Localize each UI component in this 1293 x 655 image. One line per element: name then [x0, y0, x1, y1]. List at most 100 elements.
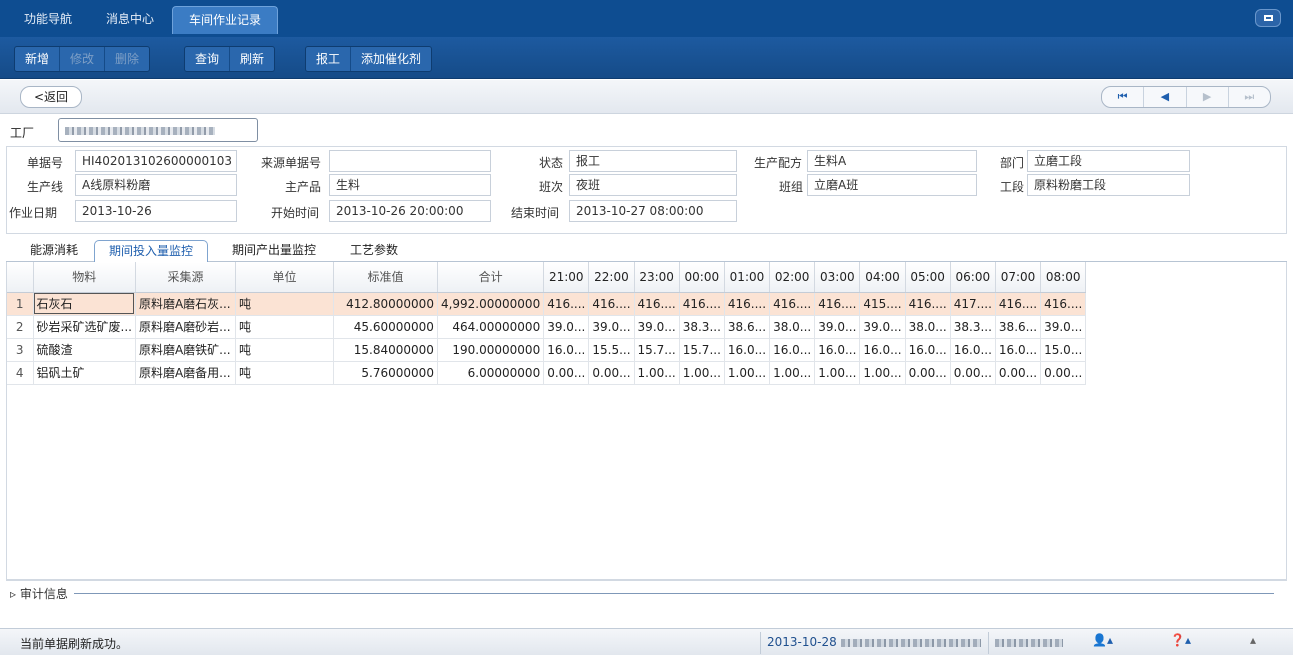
table-cell[interactable]: 0.00... — [543, 361, 590, 385]
column-header[interactable]: 06:00 — [950, 262, 996, 293]
column-header[interactable]: 05:00 — [905, 262, 951, 293]
table-cell[interactable]: 1.00... — [769, 361, 816, 385]
table-cell[interactable]: 铝矾土矿 — [33, 361, 136, 385]
column-header[interactable]: 23:00 — [634, 262, 680, 293]
table-row[interactable]: 1 石灰石 原料磨A磨石灰... 吨 412.80000000 4,992.0000000… — [7, 292, 1087, 316]
table-cell[interactable]: 416.... — [1040, 292, 1087, 316]
table-cell[interactable]: 38.6... — [724, 315, 771, 339]
line-field[interactable]: A线原料粉磨 — [75, 174, 237, 196]
table-cell[interactable]: 39.0... — [543, 315, 590, 339]
table-row[interactable]: 3 硫酸渣 原料磨A磨铁矿... 吨 15.84000000 190.00000000 16… — [7, 338, 1087, 362]
table-cell[interactable]: 原料磨A磨砂岩... — [135, 315, 236, 339]
table-cell[interactable]: 416.... — [995, 292, 1042, 316]
table-cell[interactable]: 15.7... — [679, 338, 725, 362]
restore-window-button[interactable] — [1255, 9, 1281, 27]
table-cell[interactable]: 38.0... — [905, 315, 951, 339]
table-cell[interactable]: 0.00... — [950, 361, 996, 385]
table-cell[interactable]: 38.3... — [679, 315, 725, 339]
table-cell[interactable]: 38.0... — [769, 315, 816, 339]
table-cell[interactable]: 416.... — [905, 292, 951, 316]
table-cell[interactable]: 0.00... — [995, 361, 1042, 385]
table-cell[interactable]: 吨 — [235, 361, 334, 385]
help-menu-icon[interactable]: ❓▴ — [1170, 633, 1191, 647]
table-cell[interactable]: 吨 — [235, 338, 334, 362]
table-cell[interactable]: 39.0... — [859, 315, 906, 339]
table-cell[interactable]: 0.00... — [588, 361, 635, 385]
table-cell[interactable]: 45.60000000 — [333, 315, 438, 339]
table-cell[interactable]: 6.00000000 — [437, 361, 545, 385]
audit-toggle[interactable]: ▹ 审计信息 — [10, 585, 68, 602]
table-cell[interactable]: 原料磨A磨备用... — [135, 361, 236, 385]
recipe-field[interactable]: 生料A — [807, 150, 977, 172]
section-field[interactable]: 原料粉磨工段 — [1027, 174, 1190, 196]
end-time-field[interactable]: 2013-10-27 08:00:00 — [569, 200, 737, 222]
report-work-button[interactable]: 报工 — [306, 47, 352, 71]
prev-record-icon[interactable]: ◀ — [1144, 87, 1187, 107]
column-header[interactable]: 04:00 — [859, 262, 906, 293]
shift-field[interactable]: 夜班 — [569, 174, 737, 196]
table-cell[interactable]: 15.5... — [588, 338, 635, 362]
add-catalyst-button[interactable]: 添加催化剂 — [351, 47, 431, 71]
tab-input-monitor[interactable]: 期间投入量监控 — [94, 240, 209, 263]
column-header[interactable]: 03:00 — [814, 262, 861, 293]
table-cell[interactable]: 16.0... — [859, 338, 906, 362]
delete-button[interactable]: 删除 — [105, 47, 149, 71]
table-cell[interactable]: 16.0... — [995, 338, 1042, 362]
collapse-icon[interactable]: ▴ — [1250, 633, 1256, 647]
column-header[interactable]: 00:00 — [679, 262, 725, 293]
table-cell[interactable]: 416.... — [769, 292, 816, 316]
table-cell[interactable]: 0.00... — [1040, 361, 1087, 385]
table-cell[interactable]: 15.84000000 — [333, 338, 438, 362]
table-cell[interactable]: 吨 — [235, 292, 334, 316]
column-header[interactable]: 采集源 — [135, 262, 236, 293]
table-cell[interactable]: 416.... — [679, 292, 725, 316]
table-cell[interactable]: 39.0... — [814, 315, 861, 339]
date-field[interactable]: 2013-10-26 — [75, 200, 237, 222]
table-cell[interactable]: 1.00... — [814, 361, 861, 385]
tab-function-nav[interactable]: 功能导航 — [10, 6, 86, 34]
last-record-icon[interactable]: ⏭ — [1229, 87, 1270, 107]
table-cell[interactable]: 416.... — [634, 292, 680, 316]
table-cell[interactable]: 416.... — [588, 292, 635, 316]
table-cell[interactable]: 5.76000000 — [333, 361, 438, 385]
table-cell[interactable]: 415.... — [859, 292, 906, 316]
table-cell[interactable]: 4,992.00000000 — [437, 292, 545, 316]
table-cell[interactable]: 16.0... — [724, 338, 771, 362]
table-cell[interactable]: 417.... — [950, 292, 996, 316]
table-cell[interactable]: 15.7... — [634, 338, 680, 362]
table-cell[interactable]: 190.00000000 — [437, 338, 545, 362]
product-field[interactable]: 生料 — [329, 174, 491, 196]
table-cell[interactable]: 416.... — [543, 292, 590, 316]
team-field[interactable]: 立磨A班 — [807, 174, 977, 196]
table-cell[interactable]: 1.00... — [724, 361, 771, 385]
table-cell[interactable]: 砂岩采矿选矿废... — [33, 315, 136, 339]
column-header[interactable]: 02:00 — [769, 262, 816, 293]
dept-field[interactable]: 立磨工段 — [1027, 150, 1190, 172]
table-cell[interactable]: 38.6... — [995, 315, 1042, 339]
table-cell[interactable]: 1.00... — [679, 361, 725, 385]
table-cell[interactable]: 412.80000000 — [333, 292, 438, 316]
tab-message-center[interactable]: 消息中心 — [92, 6, 168, 34]
next-record-icon[interactable]: ▶ — [1187, 87, 1229, 107]
table-cell[interactable]: 16.0... — [814, 338, 861, 362]
doc-no-field[interactable]: HI402013102600000103 — [75, 150, 237, 172]
table-cell[interactable]: 38.3... — [950, 315, 996, 339]
table-cell[interactable]: 416.... — [724, 292, 771, 316]
tab-process-params[interactable]: 工艺参数 — [336, 240, 412, 262]
tab-output-monitor[interactable]: 期间产出量监控 — [218, 240, 330, 262]
source-no-field[interactable] — [329, 150, 491, 172]
column-header[interactable]: 01:00 — [724, 262, 771, 293]
table-cell[interactable]: 1.00... — [634, 361, 680, 385]
tab-workshop-record[interactable]: 车间作业记录 — [172, 6, 278, 34]
table-cell[interactable]: 石灰石 — [33, 292, 136, 316]
table-cell[interactable]: 39.0... — [634, 315, 680, 339]
table-cell[interactable]: 16.0... — [950, 338, 996, 362]
table-row[interactable]: 4 铝矾土矿 原料磨A磨备用... 吨 5.76000000 6.00000000 0.00… — [7, 361, 1087, 385]
column-header[interactable]: 标准值 — [333, 262, 438, 293]
column-header[interactable]: 08:00 — [1040, 262, 1087, 293]
user-menu-icon[interactable]: 👤▴ — [1092, 633, 1113, 647]
start-time-field[interactable]: 2013-10-26 20:00:00 — [329, 200, 491, 222]
column-header[interactable]: 单位 — [235, 262, 334, 293]
table-cell[interactable]: 16.0... — [543, 338, 590, 362]
table-cell[interactable]: 416.... — [814, 292, 861, 316]
